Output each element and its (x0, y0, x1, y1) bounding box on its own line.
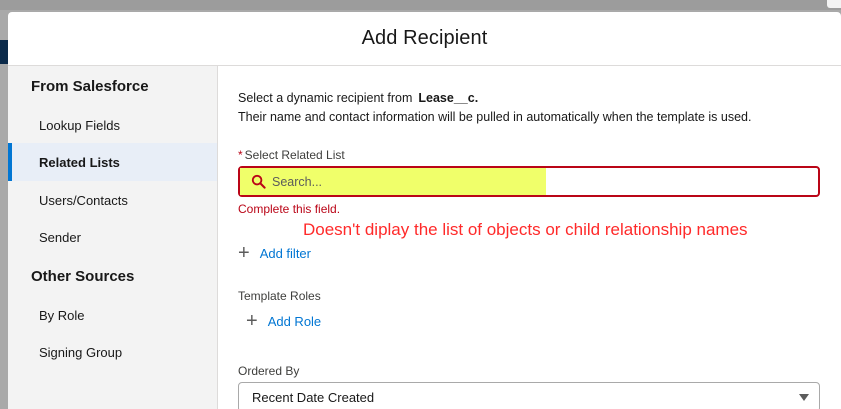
sidebar-item-label: By Role (39, 307, 85, 323)
related-list-label: * Select Related List (238, 148, 345, 162)
ordered-by-select[interactable]: Recent Date Created (238, 382, 820, 409)
annotation-note: Doesn't diplay the list of objects or ch… (303, 220, 748, 239)
template-roles-label: Template Roles (238, 289, 321, 303)
sidebar-item-users-contacts[interactable]: Users/Contacts (8, 181, 217, 219)
add-filter-button[interactable]: + Add filter (238, 243, 311, 263)
modal-title: Add Recipient (361, 27, 488, 49)
sidebar-section-from-salesforce: From Salesforce (31, 78, 149, 95)
related-list-panel: Select a dynamic recipient from Lease__c.… (218, 66, 841, 409)
sidebar-item-label: Lookup Fields (39, 117, 120, 133)
sidebar-item-label: Signing Group (39, 344, 123, 360)
ordered-by-label: Ordered By (238, 364, 300, 378)
recipient-source-sidebar: From Salesforce Lookup Fields Related Li… (8, 66, 218, 409)
add-role-label: Add Role (267, 313, 322, 329)
related-list-search-box[interactable] (238, 166, 820, 197)
intro-line-1: Select a dynamic recipient from Lease__c. (238, 89, 751, 108)
sidebar-item-by-role[interactable]: By Role (8, 296, 217, 334)
background-nav-bar (0, 40, 8, 64)
plus-icon: + (238, 242, 250, 264)
sidebar-item-lookup-fields[interactable]: Lookup Fields (8, 106, 217, 144)
sidebar-item-label: Users/Contacts (39, 192, 128, 208)
chevron-down-icon (799, 394, 809, 401)
intro-prefix: Select a dynamic recipient from (238, 91, 413, 105)
add-filter-label: Add filter (259, 245, 311, 261)
sidebar-item-signing-group[interactable]: Signing Group (8, 333, 217, 371)
required-marker: * (238, 148, 243, 162)
background-page (0, 0, 841, 10)
sidebar-section-other-sources: Other Sources (31, 268, 135, 285)
field-error-message: Complete this field. (238, 202, 341, 216)
modal-body: From Salesforce Lookup Fields Related Li… (8, 66, 841, 409)
sidebar-item-label: Related Lists (39, 154, 120, 170)
sidebar-item-sender[interactable]: Sender (8, 218, 217, 256)
object-name: Lease__c. (418, 91, 479, 105)
modal-header: Add Recipient (8, 12, 841, 66)
plus-icon: + (246, 310, 258, 332)
add-role-button[interactable]: + Add Role (246, 311, 321, 331)
sidebar-item-label: Sender (39, 229, 81, 245)
intro-text: Select a dynamic recipient from Lease__c.… (238, 89, 751, 127)
intro-line-2: Their name and contact information will … (238, 110, 752, 124)
ordered-by-value: Recent Date Created (252, 389, 375, 405)
add-recipient-modal: Add Recipient From Salesforce Lookup Fie… (8, 12, 841, 409)
related-list-search-input[interactable] (272, 172, 812, 192)
background-corner (827, 0, 841, 8)
search-icon (251, 174, 266, 189)
sidebar-item-related-lists[interactable]: Related Lists (8, 143, 217, 181)
related-list-label-text: Select Related List (244, 148, 345, 162)
